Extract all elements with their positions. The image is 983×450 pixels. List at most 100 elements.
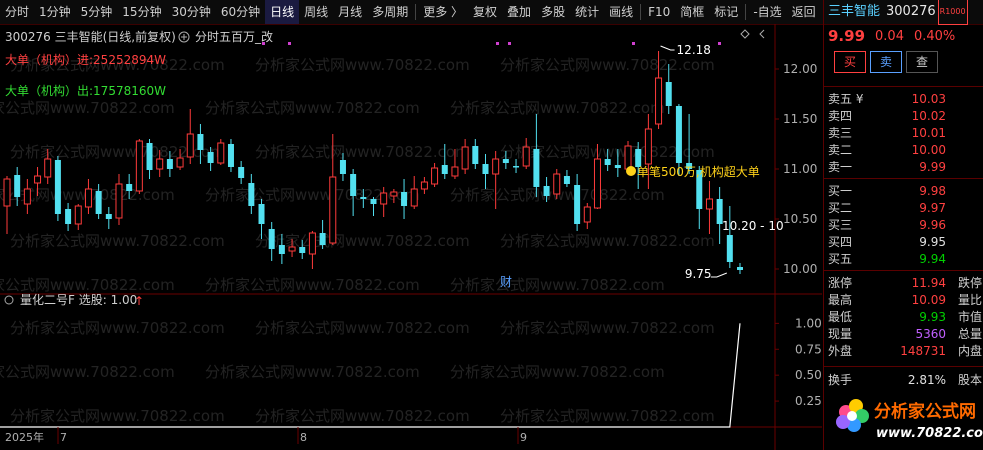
candle-up [288, 246, 296, 252]
candle-up [461, 146, 469, 170]
toolbar-item-14[interactable]: 统计 [570, 0, 604, 24]
watermark-text: 分析家公式网www.70822.com [10, 407, 225, 425]
chevron-left-icon [759, 29, 765, 39]
kline-chart[interactable]: 分析家公式网www.70822.com 分析家公式网www.70822.com 分析… [0, 24, 822, 450]
bids-row: 买四 9.95 [824, 233, 983, 250]
candle-down [238, 167, 245, 178]
toolbar-item-16[interactable]: F10 [643, 0, 675, 24]
bids-row: 买一 9.98 [824, 182, 983, 199]
toolbar-item-10[interactable]: 更多 〉 [418, 0, 468, 24]
watermark-text: 分析家公式网www.70822.com [10, 319, 225, 337]
asks-label: 卖二 [828, 143, 853, 157]
high-marker [660, 45, 675, 51]
candle-down [614, 165, 621, 168]
toolbar-item-0[interactable]: 分时 [0, 0, 34, 24]
candle-down [166, 159, 173, 169]
bids-value: 9.96 [919, 217, 946, 232]
sell-button[interactable]: 卖 [870, 51, 903, 73]
bids-label: 买五 [828, 252, 853, 266]
toolbar-item-8[interactable]: 月线 [333, 0, 367, 24]
candle-down [146, 143, 153, 170]
candle-down [350, 174, 357, 196]
candle-down [278, 245, 285, 254]
candle-up [431, 167, 439, 185]
signal-dot [508, 42, 511, 45]
quote-panel: 三丰智能 300276 R1000 9.99 0.04 0.40% 买 卖 查 … [823, 0, 983, 450]
toolbar-item-18[interactable]: 标记 [709, 0, 743, 24]
candle-up [705, 198, 713, 210]
collapse-icon [4, 295, 14, 305]
stats-extra-label: 跌停 [957, 276, 982, 290]
toolbar-item-17[interactable]: 简框 [675, 0, 709, 24]
sub-y-tick-label: 0.75 [795, 342, 822, 356]
watermark-text: 分析家公式网www.70822.com [205, 276, 420, 294]
stats-extra-label: 总量 [957, 327, 982, 341]
toolbar-item-3[interactable]: 15分钟 [117, 0, 166, 24]
watermark-text: 分析家公式网www.70822.com [255, 232, 470, 250]
low-marker [710, 272, 728, 278]
query-button[interactable]: 查 [906, 51, 939, 73]
candle-up [74, 205, 82, 225]
candle-up [593, 158, 601, 209]
candle-down [482, 164, 489, 174]
price-change: 0.04 [875, 28, 904, 44]
toolbar-item-9[interactable]: 多周期 [367, 0, 413, 24]
y-tick-label: 12.00 [783, 62, 817, 76]
toolbar-item-6[interactable]: 日线 [265, 0, 300, 24]
toolbar-item-4[interactable]: 30分钟 [167, 0, 216, 24]
y-tick-label: 11.50 [783, 112, 817, 126]
candle-down [441, 165, 448, 174]
candle-down [726, 235, 733, 262]
month-label: 7 [60, 431, 67, 444]
chart-area[interactable]: 分析家公式网www.70822.com 分析家公式网www.70822.com 分析… [0, 24, 822, 450]
toolbar-item-19[interactable]: -自选 [748, 0, 786, 24]
buy-button[interactable]: 买 [834, 51, 867, 73]
toolbar-item-11[interactable]: 复权 [468, 0, 502, 24]
watermark-text: 分析家公式网www.70822.com [255, 319, 470, 337]
signal-dot [288, 42, 291, 45]
bids-row: 买二 9.97 [824, 199, 983, 216]
toolbar-item-15[interactable]: 画线 [604, 0, 638, 24]
bids-label: 买二 [828, 201, 853, 215]
bids-row: 买三 9.96 [824, 216, 983, 233]
stats-value: 10.09 [911, 292, 946, 307]
month-label: 9 [520, 431, 527, 444]
signal-dot [632, 42, 635, 45]
asks-value: 9.99 [919, 159, 946, 174]
high-label: 12.18 [677, 43, 711, 57]
toolbar-item-13[interactable]: 多股 [536, 0, 570, 24]
toolbar-item-1[interactable]: 1分钟 [34, 0, 76, 24]
candle-up [380, 192, 388, 205]
toolbar-item-2[interactable]: 5分钟 [76, 0, 118, 24]
candle-up [583, 206, 591, 223]
candle-down [197, 134, 204, 150]
candle-up [655, 77, 663, 125]
quote-title: 三丰智能 300276 R1000 [824, 0, 983, 25]
candle-up [522, 146, 530, 167]
candle-up [135, 140, 143, 192]
candle-down [543, 186, 550, 196]
stock-title: 300276 三丰智能(日线,前复权) [5, 29, 176, 44]
level-label: 10.20 - 10 [722, 219, 784, 233]
bids-label: 买一 [828, 184, 853, 198]
candle-up [3, 178, 11, 207]
toolbar-item-5[interactable]: 60分钟 [216, 0, 265, 24]
watermark-text: 分析家公式网www.70822.com [0, 363, 175, 381]
signal-dot [496, 42, 499, 45]
stats-label: 外盘 [828, 344, 853, 358]
toolbar-separator [745, 4, 747, 20]
toolbar-item-7[interactable]: 周线 [299, 0, 333, 24]
y-tick-label: 10.50 [783, 212, 817, 226]
bids-row: 买五 9.94 [824, 250, 983, 267]
candle-up [34, 175, 42, 184]
watermark-text: 分析家公式网www.70822.com [10, 232, 225, 250]
toolbar-item-12[interactable]: 叠加 [502, 0, 536, 24]
low-label: 9.75 [685, 267, 712, 281]
divider [824, 270, 983, 271]
candle-down [472, 146, 479, 164]
toolbar-item-20[interactable]: 返回 [787, 0, 821, 24]
stats-label: 最低 [828, 310, 853, 324]
stats-value: 5360 [915, 326, 946, 341]
candle-down [268, 229, 275, 249]
candle-up [217, 142, 225, 164]
